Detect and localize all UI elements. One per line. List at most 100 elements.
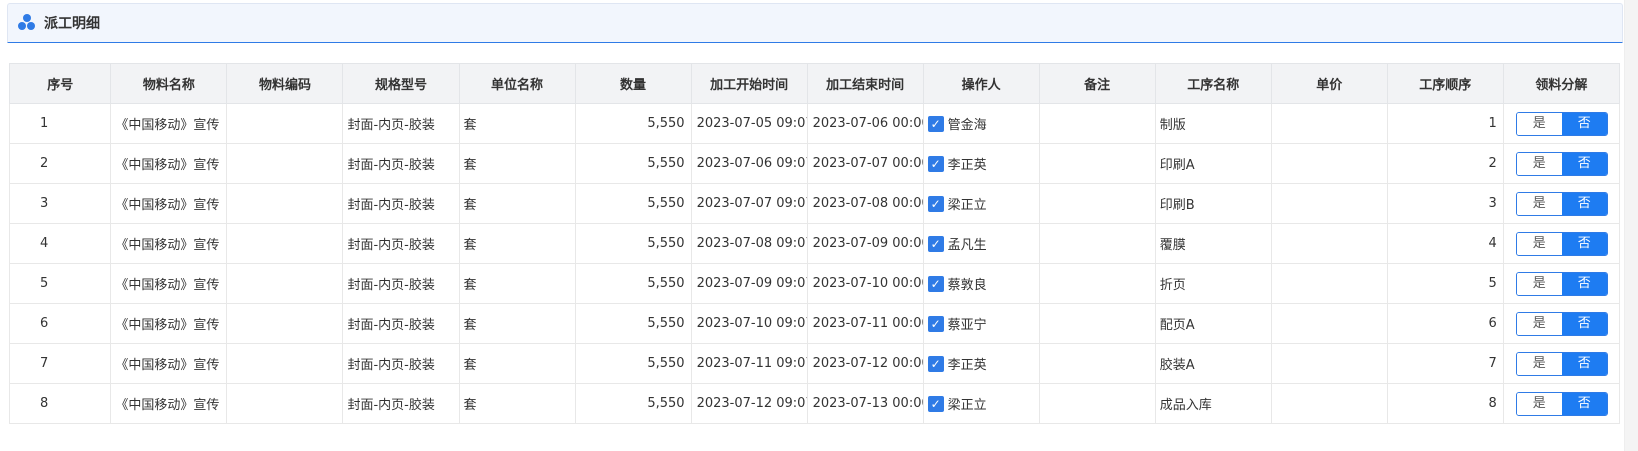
unit-cell[interactable]: 套 xyxy=(458,383,576,424)
note-cell[interactable] xyxy=(1038,143,1156,184)
process-order-cell[interactable]: 7 xyxy=(1386,343,1504,384)
table-row[interactable]: 7《中国移动》宣传封面-内页-胶装套5,5502023-07-11 09:07:… xyxy=(8,343,1621,384)
note-cell[interactable] xyxy=(1038,263,1156,304)
quantity-cell[interactable]: 5,550 xyxy=(574,263,692,304)
material-code-cell[interactable] xyxy=(226,303,344,344)
process-name-cell[interactable]: 成品入库 xyxy=(1154,383,1272,424)
material-code-cell[interactable] xyxy=(226,223,344,264)
unit-price-cell[interactable] xyxy=(1270,343,1388,384)
end-time-cell[interactable]: 2023-07-08 00:00:0 xyxy=(806,183,924,224)
yes-no-toggle[interactable]: 是否 xyxy=(1515,111,1608,136)
toggle-no-option[interactable]: 否 xyxy=(1561,392,1607,415)
checkbox-checked-icon[interactable]: ✓ xyxy=(927,355,944,372)
spec-cell[interactable]: 封面-内页-胶装 xyxy=(342,183,460,224)
quantity-cell[interactable]: 5,550 xyxy=(574,183,692,224)
unit-price-cell[interactable] xyxy=(1270,383,1388,424)
col-material-name-header[interactable]: 物料名称 xyxy=(110,63,228,104)
toggle-no-option[interactable]: 否 xyxy=(1561,112,1607,135)
process-name-cell[interactable]: 制版 xyxy=(1154,103,1272,144)
end-time-cell[interactable]: 2023-07-12 00:00:0 xyxy=(806,343,924,384)
operator-cell[interactable]: ✓ 管金海 xyxy=(922,103,1040,144)
toggle-yes-option[interactable]: 是 xyxy=(1516,392,1562,415)
table-row[interactable]: 5《中国移动》宣传封面-内页-胶装套5,5502023-07-09 09:07:… xyxy=(8,263,1621,304)
unit-cell[interactable]: 套 xyxy=(458,183,576,224)
col-material-split-header[interactable]: 领料分解 xyxy=(1502,63,1621,104)
unit-price-cell[interactable] xyxy=(1270,183,1388,224)
col-operator-header[interactable]: 操作人 xyxy=(922,63,1040,104)
operator-cell[interactable]: ✓ 李正英 xyxy=(922,343,1040,384)
quantity-cell[interactable]: 5,550 xyxy=(574,223,692,264)
end-time-cell[interactable]: 2023-07-10 00:00:0 xyxy=(806,263,924,304)
end-time-cell[interactable]: 2023-07-13 00:00:0 xyxy=(806,383,924,424)
spec-cell[interactable]: 封面-内页-胶装 xyxy=(342,143,460,184)
process-name-cell[interactable]: 印刷A xyxy=(1154,143,1272,184)
end-time-cell[interactable]: 2023-07-07 00:00:0 xyxy=(806,143,924,184)
note-cell[interactable] xyxy=(1038,303,1156,344)
col-index-header[interactable]: 序号 xyxy=(8,63,112,104)
col-unit-price-header[interactable]: 单价 xyxy=(1270,63,1388,104)
material-code-cell[interactable] xyxy=(226,143,344,184)
quantity-cell[interactable]: 5,550 xyxy=(574,383,692,424)
table-row[interactable]: 6《中国移动》宣传封面-内页-胶装套5,5502023-07-10 09:07:… xyxy=(8,303,1621,344)
col-end-time-header[interactable]: 加工结束时间 xyxy=(806,63,924,104)
start-time-cell[interactable]: 2023-07-08 09:07:4 xyxy=(690,223,808,264)
checkbox-checked-icon[interactable]: ✓ xyxy=(927,315,944,332)
operator-cell[interactable]: ✓ 梁正立 xyxy=(922,383,1040,424)
yes-no-toggle[interactable]: 是否 xyxy=(1515,351,1608,376)
material-code-cell[interactable] xyxy=(226,183,344,224)
toggle-no-option[interactable]: 否 xyxy=(1561,152,1607,175)
note-cell[interactable] xyxy=(1038,103,1156,144)
col-unit-header[interactable]: 单位名称 xyxy=(458,63,576,104)
checkbox-checked-icon[interactable]: ✓ xyxy=(927,235,944,252)
unit-cell[interactable]: 套 xyxy=(458,103,576,144)
spec-cell[interactable]: 封面-内页-胶装 xyxy=(342,343,460,384)
toggle-yes-option[interactable]: 是 xyxy=(1516,232,1562,255)
toggle-no-option[interactable]: 否 xyxy=(1561,192,1607,215)
note-cell[interactable] xyxy=(1038,383,1156,424)
process-name-cell[interactable]: 折页 xyxy=(1154,263,1272,304)
material-name-cell[interactable]: 《中国移动》宣传 xyxy=(110,183,228,224)
unit-price-cell[interactable] xyxy=(1270,263,1388,304)
spec-cell[interactable]: 封面-内页-胶装 xyxy=(342,223,460,264)
yes-no-toggle[interactable]: 是否 xyxy=(1515,391,1608,416)
col-spec-header[interactable]: 规格型号 xyxy=(342,63,460,104)
quantity-cell[interactable]: 5,550 xyxy=(574,103,692,144)
spec-cell[interactable]: 封面-内页-胶装 xyxy=(342,103,460,144)
spec-cell[interactable]: 封面-内页-胶装 xyxy=(342,303,460,344)
yes-no-toggle[interactable]: 是否 xyxy=(1515,271,1608,296)
material-code-cell[interactable] xyxy=(226,343,344,384)
unit-price-cell[interactable] xyxy=(1270,303,1388,344)
start-time-cell[interactable]: 2023-07-06 09:07:4 xyxy=(690,143,808,184)
unit-price-cell[interactable] xyxy=(1270,223,1388,264)
material-code-cell[interactable] xyxy=(226,103,344,144)
toggle-no-option[interactable]: 否 xyxy=(1561,312,1607,335)
checkbox-checked-icon[interactable]: ✓ xyxy=(927,115,944,132)
unit-price-cell[interactable] xyxy=(1270,143,1388,184)
unit-cell[interactable]: 套 xyxy=(458,303,576,344)
checkbox-checked-icon[interactable]: ✓ xyxy=(927,275,944,292)
start-time-cell[interactable]: 2023-07-10 09:07:4 xyxy=(690,303,808,344)
col-process-name-header[interactable]: 工序名称 xyxy=(1154,63,1272,104)
process-order-cell[interactable]: 4 xyxy=(1386,223,1504,264)
material-name-cell[interactable]: 《中国移动》宣传 xyxy=(110,383,228,424)
process-name-cell[interactable]: 覆膜 xyxy=(1154,223,1272,264)
note-cell[interactable] xyxy=(1038,343,1156,384)
checkbox-checked-icon[interactable]: ✓ xyxy=(927,395,944,412)
end-time-cell[interactable]: 2023-07-06 00:00:0 xyxy=(806,103,924,144)
material-code-cell[interactable] xyxy=(226,263,344,304)
operator-cell[interactable]: ✓ 孟凡生 xyxy=(922,223,1040,264)
col-material-code-header[interactable]: 物料编码 xyxy=(226,63,344,104)
table-row[interactable]: 8《中国移动》宣传封面-内页-胶装套5,5502023-07-12 09:07:… xyxy=(8,383,1621,424)
material-name-cell[interactable]: 《中国移动》宣传 xyxy=(110,303,228,344)
toggle-no-option[interactable]: 否 xyxy=(1561,232,1607,255)
page-scrollbar[interactable] xyxy=(1624,0,1638,451)
material-name-cell[interactable]: 《中国移动》宣传 xyxy=(110,263,228,304)
spec-cell[interactable]: 封面-内页-胶装 xyxy=(342,263,460,304)
process-order-cell[interactable]: 3 xyxy=(1386,183,1504,224)
toggle-no-option[interactable]: 否 xyxy=(1561,272,1607,295)
toggle-yes-option[interactable]: 是 xyxy=(1516,272,1562,295)
process-name-cell[interactable]: 印刷B xyxy=(1154,183,1272,224)
toggle-yes-option[interactable]: 是 xyxy=(1516,312,1562,335)
col-start-time-header[interactable]: 加工开始时间 xyxy=(690,63,808,104)
spec-cell[interactable]: 封面-内页-胶装 xyxy=(342,383,460,424)
